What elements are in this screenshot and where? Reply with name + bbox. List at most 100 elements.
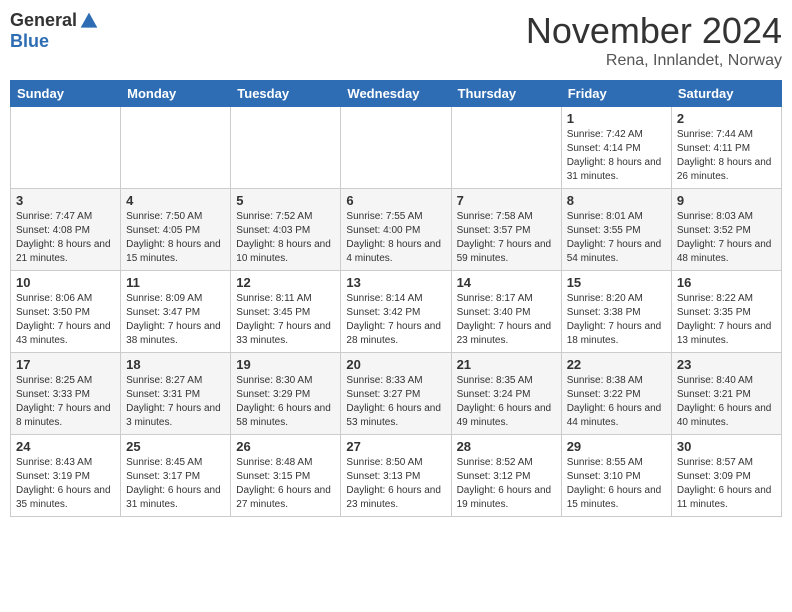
- day-number: 20: [346, 357, 445, 372]
- calendar-cell: 16 Sunrise: 8:22 AM Sunset: 3:35 PM Dayli…: [671, 271, 781, 353]
- logo: General Blue: [10, 10, 99, 52]
- calendar-cell: 22Sunrise: 8:38 AM Sunset: 3:22 PM Dayli…: [561, 353, 671, 435]
- calendar-cell: 29 Sunrise: 8:55 AM Sunset: 3:10 PM Dayli…: [561, 435, 671, 517]
- day-number: 11: [126, 275, 225, 290]
- day-info: Sunrise: 7:47 AM Sunset: 4:08 PM Dayligh…: [16, 210, 115, 266]
- day-number: 23: [677, 357, 776, 372]
- day-info: Sunrise: 8:35 AM Sunset: 3:24 PM Dayligh…: [457, 374, 556, 430]
- day-info: Sunrise: 8:57 AM Sunset: 3:09 PM Dayligh…: [677, 456, 776, 512]
- month-title: November 2024: [526, 10, 782, 52]
- header-sunday: Sunday: [11, 81, 121, 107]
- day-number: 10: [16, 275, 115, 290]
- day-info: Sunrise: 8:43 AM Sunset: 3:19 PM Dayligh…: [16, 456, 115, 512]
- week-row-4: 17 Sunrise: 8:25 AM Sunset: 3:33 PM Dayli…: [11, 353, 782, 435]
- day-info: Sunrise: 8:25 AM Sunset: 3:33 PM Dayligh…: [16, 374, 115, 430]
- day-info: Sunrise: 8:20 AM Sunset: 3:38 PM Dayligh…: [567, 292, 666, 348]
- day-number: 21: [457, 357, 556, 372]
- day-info: Sunrise: 8:30 AM Sunset: 3:29 PM Dayligh…: [236, 374, 335, 430]
- day-info: Sunrise: 8:17 AM Sunset: 3:40 PM Dayligh…: [457, 292, 556, 348]
- calendar-cell: 9 Sunrise: 8:03 AM Sunset: 3:52 PM Daylig…: [671, 189, 781, 271]
- calendar-cell: 17 Sunrise: 8:25 AM Sunset: 3:33 PM Dayli…: [11, 353, 121, 435]
- day-info: Sunrise: 8:06 AM Sunset: 3:50 PM Dayligh…: [16, 292, 115, 348]
- day-info: Sunrise: 8:01 AM Sunset: 3:55 PM Dayligh…: [567, 210, 666, 266]
- calendar-cell: 30 Sunrise: 8:57 AM Sunset: 3:09 PM Dayli…: [671, 435, 781, 517]
- day-info: Sunrise: 8:45 AM Sunset: 3:17 PM Dayligh…: [126, 456, 225, 512]
- calendar-cell: 21 Sunrise: 8:35 AM Sunset: 3:24 PM Dayli…: [451, 353, 561, 435]
- calendar-cell: 13 Sunrise: 8:14 AM Sunset: 3:42 PM Dayli…: [341, 271, 451, 353]
- week-row-5: 24 Sunrise: 8:43 AM Sunset: 3:19 PM Dayli…: [11, 435, 782, 517]
- day-number: 18: [126, 357, 225, 372]
- calendar-cell: [231, 107, 341, 189]
- day-info: Sunrise: 7:42 AM Sunset: 4:14 PM Dayligh…: [567, 128, 666, 184]
- day-info: Sunrise: 8:52 AM Sunset: 3:12 PM Dayligh…: [457, 456, 556, 512]
- day-number: 9: [677, 193, 776, 208]
- day-info: Sunrise: 8:33 AM Sunset: 3:27 PM Dayligh…: [346, 374, 445, 430]
- day-number: 13: [346, 275, 445, 290]
- day-number: 26: [236, 439, 335, 454]
- logo-general-text: General: [10, 10, 77, 31]
- calendar-cell: 18 Sunrise: 8:27 AM Sunset: 3:31 PM Dayli…: [121, 353, 231, 435]
- day-number: 5: [236, 193, 335, 208]
- day-number: 6: [346, 193, 445, 208]
- calendar-cell: 3Sunrise: 7:47 AM Sunset: 4:08 PM Daylig…: [11, 189, 121, 271]
- week-row-1: 1 Sunrise: 7:42 AM Sunset: 4:14 PM Daylig…: [11, 107, 782, 189]
- day-info: Sunrise: 8:03 AM Sunset: 3:52 PM Dayligh…: [677, 210, 776, 266]
- day-number: 7: [457, 193, 556, 208]
- calendar-cell: 4Sunrise: 7:50 AM Sunset: 4:05 PM Daylig…: [121, 189, 231, 271]
- header-saturday: Saturday: [671, 81, 781, 107]
- day-number: 17: [16, 357, 115, 372]
- day-info: Sunrise: 8:55 AM Sunset: 3:10 PM Dayligh…: [567, 456, 666, 512]
- day-number: 12: [236, 275, 335, 290]
- calendar-cell: 23 Sunrise: 8:40 AM Sunset: 3:21 PM Dayli…: [671, 353, 781, 435]
- calendar-cell: 20 Sunrise: 8:33 AM Sunset: 3:27 PM Dayli…: [341, 353, 451, 435]
- calendar-cell: 10 Sunrise: 8:06 AM Sunset: 3:50 PM Dayli…: [11, 271, 121, 353]
- calendar-table: SundayMondayTuesdayWednesdayThursdayFrid…: [10, 80, 782, 517]
- calendar-cell: [11, 107, 121, 189]
- day-info: Sunrise: 7:44 AM Sunset: 4:11 PM Dayligh…: [677, 128, 776, 184]
- header-thursday: Thursday: [451, 81, 561, 107]
- calendar-cell: 8 Sunrise: 8:01 AM Sunset: 3:55 PM Daylig…: [561, 189, 671, 271]
- day-info: Sunrise: 8:11 AM Sunset: 3:45 PM Dayligh…: [236, 292, 335, 348]
- week-row-3: 10 Sunrise: 8:06 AM Sunset: 3:50 PM Dayli…: [11, 271, 782, 353]
- day-info: Sunrise: 8:22 AM Sunset: 3:35 PM Dayligh…: [677, 292, 776, 348]
- day-number: 30: [677, 439, 776, 454]
- calendar-cell: 7Sunrise: 7:58 AM Sunset: 3:57 PM Daylig…: [451, 189, 561, 271]
- calendar-header-row: SundayMondayTuesdayWednesdayThursdayFrid…: [11, 81, 782, 107]
- day-info: Sunrise: 8:50 AM Sunset: 3:13 PM Dayligh…: [346, 456, 445, 512]
- day-number: 24: [16, 439, 115, 454]
- day-number: 15: [567, 275, 666, 290]
- calendar-cell: 24 Sunrise: 8:43 AM Sunset: 3:19 PM Dayli…: [11, 435, 121, 517]
- day-number: 16: [677, 275, 776, 290]
- day-number: 25: [126, 439, 225, 454]
- day-number: 8: [567, 193, 666, 208]
- day-info: Sunrise: 8:40 AM Sunset: 3:21 PM Dayligh…: [677, 374, 776, 430]
- page-header: General Blue November 2024 Rena, Innland…: [10, 10, 782, 70]
- day-number: 1: [567, 111, 666, 126]
- day-info: Sunrise: 8:09 AM Sunset: 3:47 PM Dayligh…: [126, 292, 225, 348]
- calendar-cell: [341, 107, 451, 189]
- day-info: Sunrise: 8:48 AM Sunset: 3:15 PM Dayligh…: [236, 456, 335, 512]
- day-info: Sunrise: 7:55 AM Sunset: 4:00 PM Dayligh…: [346, 210, 445, 266]
- header-tuesday: Tuesday: [231, 81, 341, 107]
- calendar-cell: 11 Sunrise: 8:09 AM Sunset: 3:47 PM Dayli…: [121, 271, 231, 353]
- calendar-cell: 15 Sunrise: 8:20 AM Sunset: 3:38 PM Dayli…: [561, 271, 671, 353]
- calendar-cell: 1 Sunrise: 7:42 AM Sunset: 4:14 PM Daylig…: [561, 107, 671, 189]
- calendar-cell: [121, 107, 231, 189]
- calendar-cell: 26 Sunrise: 8:48 AM Sunset: 3:15 PM Dayli…: [231, 435, 341, 517]
- week-row-2: 3Sunrise: 7:47 AM Sunset: 4:08 PM Daylig…: [11, 189, 782, 271]
- day-info: Sunrise: 8:14 AM Sunset: 3:42 PM Dayligh…: [346, 292, 445, 348]
- calendar-cell: 27 Sunrise: 8:50 AM Sunset: 3:13 PM Dayli…: [341, 435, 451, 517]
- day-number: 19: [236, 357, 335, 372]
- header-monday: Monday: [121, 81, 231, 107]
- calendar-cell: 25 Sunrise: 8:45 AM Sunset: 3:17 PM Dayli…: [121, 435, 231, 517]
- day-number: 22: [567, 357, 666, 372]
- day-info: Sunrise: 8:27 AM Sunset: 3:31 PM Dayligh…: [126, 374, 225, 430]
- logo-icon: [79, 11, 99, 31]
- day-number: 28: [457, 439, 556, 454]
- day-number: 27: [346, 439, 445, 454]
- location: Rena, Innlandet, Norway: [526, 52, 782, 70]
- header-friday: Friday: [561, 81, 671, 107]
- title-section: November 2024 Rena, Innlandet, Norway: [526, 10, 782, 70]
- day-number: 29: [567, 439, 666, 454]
- day-number: 14: [457, 275, 556, 290]
